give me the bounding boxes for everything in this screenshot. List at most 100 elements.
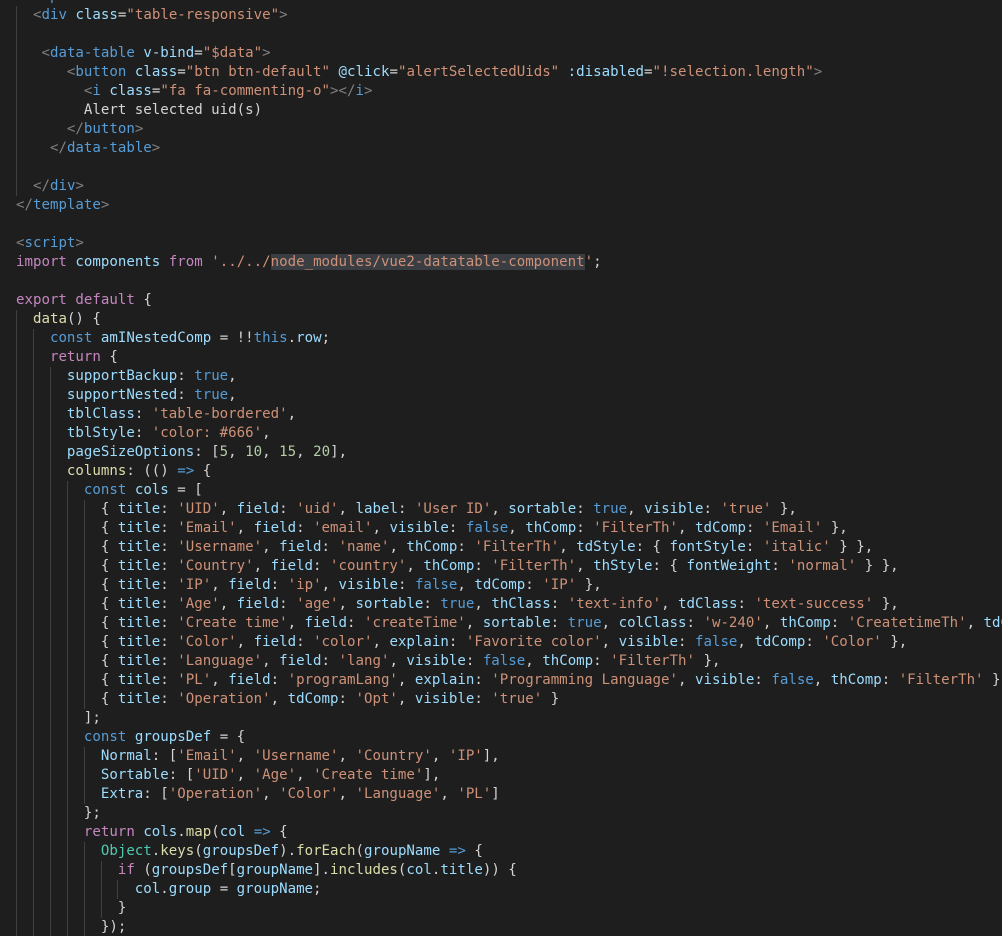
code-token: { bbox=[16, 596, 118, 612]
code-text: <i class="fa fa-commenting-o"></i> bbox=[0, 83, 373, 99]
code-token: tdStyle bbox=[576, 539, 636, 555]
code-token: : bbox=[448, 634, 466, 650]
code-token: fontStyle bbox=[669, 539, 746, 555]
code-token: const bbox=[83, 729, 127, 745]
code-token: true bbox=[567, 615, 602, 631]
code-token: tdComp bbox=[754, 634, 806, 650]
code-token: : bbox=[270, 672, 288, 688]
code-token: : bbox=[474, 672, 492, 688]
code-token: includes bbox=[330, 862, 398, 878]
code-token: 'color' bbox=[313, 634, 373, 650]
code-token: const bbox=[49, 330, 93, 346]
code-token: col bbox=[219, 824, 246, 840]
code-line: Alert selected uid(s) bbox=[0, 101, 1002, 120]
code-token: : bbox=[160, 596, 178, 612]
code-text: </div> bbox=[0, 178, 84, 194]
code-token: )) { bbox=[482, 862, 517, 878]
code-token: 'Country' bbox=[177, 558, 254, 574]
code-token: , bbox=[601, 615, 619, 631]
code-line: supportBackup: true, bbox=[0, 367, 1002, 386]
code-token: title bbox=[117, 558, 161, 574]
code-token: Alert selected uid(s) bbox=[16, 102, 263, 118]
code-text: { title: 'Create time', field: 'createTi… bbox=[0, 615, 1002, 631]
code-token: , bbox=[474, 596, 492, 612]
code-token: { bbox=[16, 691, 118, 707]
code-token: , bbox=[576, 558, 594, 574]
code-line: <div class="table-responsive"> bbox=[0, 6, 1002, 25]
code-line: Extra: ['Operation', 'Color', 'Language'… bbox=[0, 785, 1002, 804]
code-token: = bbox=[644, 64, 653, 80]
code-token: : bbox=[703, 501, 721, 517]
code-token: 'FilterTh' bbox=[474, 539, 560, 555]
code-token: < bbox=[16, 235, 25, 251]
code-text: ]; bbox=[0, 710, 101, 726]
code-token: class bbox=[134, 64, 178, 80]
code-token: data-table bbox=[49, 45, 135, 61]
code-token: thComp bbox=[542, 653, 594, 669]
code-text: { title: 'PL', field: 'programLang', exp… bbox=[0, 672, 1002, 688]
code-token: , bbox=[270, 691, 288, 707]
code-token: explain bbox=[414, 672, 475, 688]
code-token: false bbox=[482, 653, 526, 669]
code-line: columns: (() => { bbox=[0, 462, 1002, 481]
code-editor[interactable]: <template> <div class="table-responsive"… bbox=[0, 0, 1002, 936]
code-text: <button class="btn btn-default" @click="… bbox=[0, 64, 822, 80]
code-token: field bbox=[304, 615, 347, 631]
code-token: ( bbox=[211, 824, 220, 840]
code-line: ]; bbox=[0, 709, 1002, 728]
code-token: forEach bbox=[296, 843, 356, 859]
code-token: field bbox=[253, 634, 297, 650]
code-line: { title: 'Create time', field: 'createTi… bbox=[0, 614, 1002, 633]
code-token: tdComp bbox=[695, 520, 746, 536]
code-line: }; bbox=[0, 804, 1002, 823]
code-token: title bbox=[440, 862, 483, 878]
code-line: if (groupsDef[groupName].includes(col.ti… bbox=[0, 861, 1002, 880]
code-token: ; bbox=[593, 254, 602, 270]
code-token: }, bbox=[992, 672, 1002, 688]
code-token: = bbox=[389, 64, 398, 80]
code-token: : bbox=[279, 596, 297, 612]
code-token: => bbox=[253, 824, 271, 840]
code-line: data() { bbox=[0, 310, 1002, 329]
code-text: }; bbox=[0, 805, 101, 821]
code-token: data-table bbox=[66, 140, 152, 156]
code-token: = { bbox=[211, 729, 246, 745]
code-token: v-bind bbox=[143, 45, 195, 61]
code-token: 20 bbox=[313, 444, 331, 460]
code-text: supportBackup: true, bbox=[0, 368, 237, 384]
code-token: columns bbox=[66, 463, 127, 479]
code-text: { title: 'Country', field: 'country', th… bbox=[0, 558, 899, 574]
code-text: } bbox=[0, 900, 127, 916]
code-token: > bbox=[75, 235, 84, 251]
code-token: , bbox=[228, 368, 237, 384]
code-token: : bbox=[550, 596, 568, 612]
code-token: </ bbox=[66, 121, 84, 137]
code-token: 'FilterTh' bbox=[898, 672, 984, 688]
code-text: { title: 'Color', field: 'color', explai… bbox=[0, 634, 907, 650]
code-token: tdC bbox=[983, 615, 1002, 631]
code-token: = [ bbox=[168, 482, 203, 498]
code-token: } bbox=[542, 691, 560, 707]
code-token: Normal bbox=[100, 748, 152, 764]
code-line: { title: 'Email', field: 'email', visibl… bbox=[0, 519, 1002, 538]
code-token: thComp bbox=[779, 615, 831, 631]
indent-guide bbox=[16, 158, 17, 177]
code-line: pageSizeOptions: [5, 10, 15, 20], bbox=[0, 443, 1002, 462]
code-token: : bbox=[576, 501, 594, 517]
code-token: }, bbox=[881, 634, 908, 650]
code-line: col.group = groupName; bbox=[0, 880, 1002, 899]
code-token: button bbox=[75, 64, 127, 80]
code-text: <data-table v-bind="$data"> bbox=[0, 45, 270, 61]
code-token: 'IP' bbox=[542, 577, 577, 593]
code-token: { bbox=[16, 653, 118, 669]
code-token: visible bbox=[694, 672, 755, 688]
code-token: : [ bbox=[143, 786, 169, 802]
code-token: } }, bbox=[856, 558, 899, 574]
